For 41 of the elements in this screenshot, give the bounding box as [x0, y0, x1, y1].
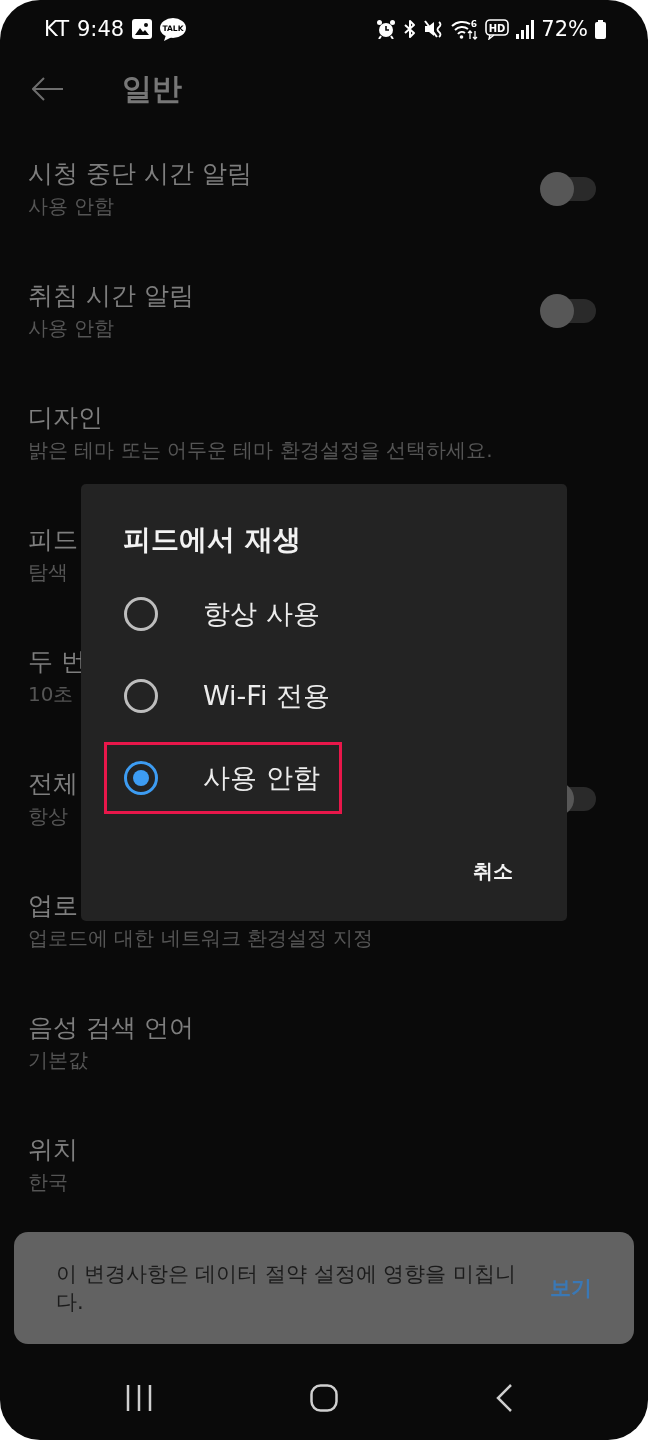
dialog-title: 피드에서 재생 [123, 522, 301, 558]
battery-icon [595, 19, 606, 39]
toggle-switch[interactable] [540, 172, 597, 206]
setting-title[interactable]: 취침 시간 알림 [28, 279, 194, 313]
snackbar-message: 이 변경사항은 데이터 절약 설정에 영향을 미칩니다. [56, 1261, 518, 1316]
home-button[interactable] [309, 1384, 338, 1412]
battery-percent: 72% [541, 16, 588, 42]
radio-button-icon[interactable] [124, 679, 158, 713]
back-button[interactable] [495, 1383, 513, 1413]
bluetooth-icon [403, 19, 418, 39]
setting-subtitle: 사용 안함 [28, 193, 115, 220]
toggle-switch[interactable] [540, 294, 597, 328]
setting-subtitle: 밝은 테마 또는 어두운 테마 환경설정을 선택하세요. [28, 437, 493, 464]
setting-title[interactable]: 업로 [28, 889, 78, 923]
recent-apps-button[interactable] [126, 1384, 152, 1412]
alarm-clock-icon [376, 19, 397, 39]
setting-title[interactable]: 디자인 [28, 401, 103, 435]
setting-subtitle: 한국 [28, 1169, 68, 1196]
option-label[interactable]: 항상 사용 [203, 596, 320, 632]
setting-subtitle: 사용 안함 [28, 315, 115, 342]
page-title: 일반 [122, 70, 182, 108]
option-label[interactable]: Wi-Fi 전용 [203, 678, 330, 714]
setting-subtitle: 업로드에 대한 네트워크 환경설정 지정 [28, 925, 374, 952]
setting-title[interactable]: 피드 [28, 523, 78, 557]
setting-title[interactable]: 음성 검색 언어 [28, 1011, 194, 1045]
setting-title[interactable]: 전체 [28, 767, 78, 801]
signal-icon [516, 19, 535, 39]
setting-subtitle: 기본값 [28, 1047, 88, 1074]
back-arrow-icon[interactable] [32, 77, 64, 101]
radio-button-icon[interactable] [124, 761, 158, 795]
gallery-icon [132, 19, 153, 39]
radio-button-icon[interactable] [124, 597, 158, 631]
setting-title[interactable]: 시청 중단 시간 알림 [28, 157, 252, 191]
cancel-button[interactable]: 취소 [459, 847, 527, 895]
setting-subtitle: 항상 [28, 803, 68, 830]
option-label[interactable]: 사용 안함 [203, 760, 320, 796]
setting-title[interactable]: 위치 [28, 1133, 78, 1167]
clock-time: 9:48 [76, 16, 125, 42]
setting-subtitle: 10초 [28, 681, 74, 708]
carrier-label: KT [44, 16, 69, 42]
setting-subtitle: 탐색 [28, 559, 68, 586]
